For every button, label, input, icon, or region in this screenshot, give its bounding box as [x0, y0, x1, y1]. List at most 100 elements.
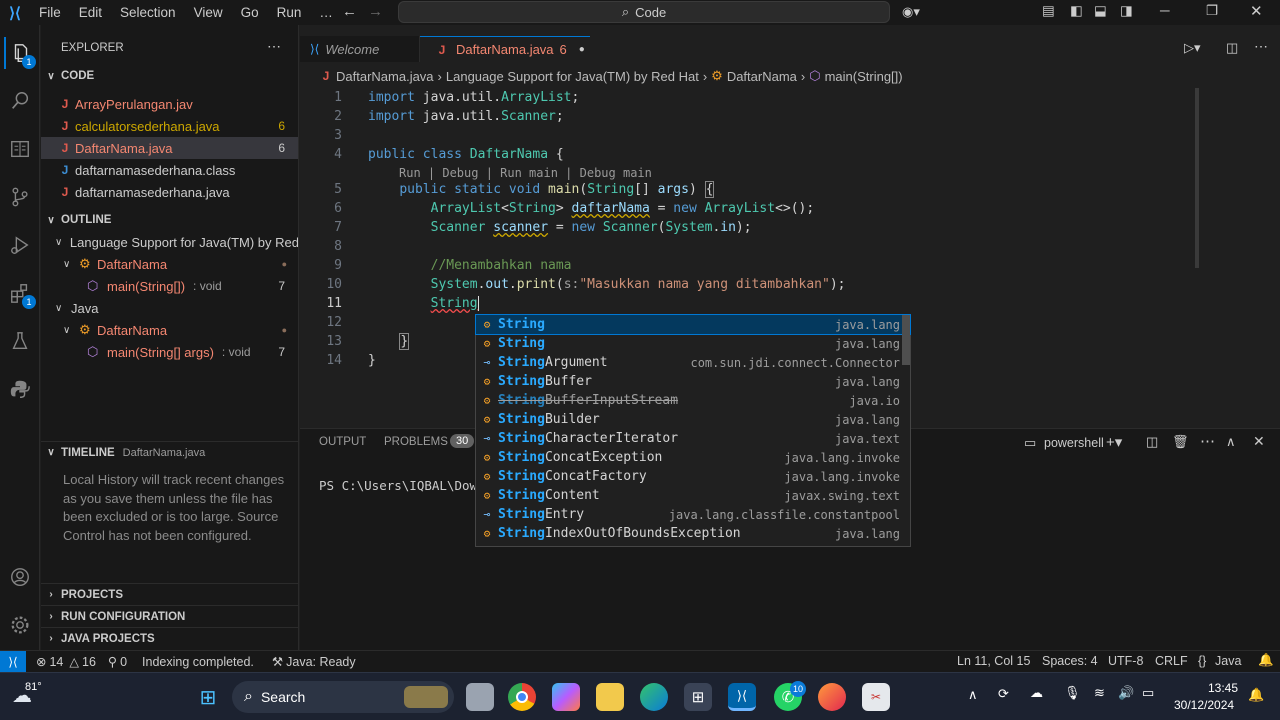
- minimize-icon[interactable]: ─: [1160, 3, 1170, 18]
- suggestion-scrollbar[interactable]: [902, 315, 910, 365]
- forward-arrow-icon[interactable]: →: [368, 3, 383, 20]
- suggestion-item[interactable]: ⊸ StringEntry java.lang.classfile.constant…: [476, 505, 910, 524]
- volume-icon[interactable]: 🔊: [1118, 685, 1134, 701]
- start-windows-icon[interactable]: ⊞: [194, 683, 222, 711]
- outline-item[interactable]: ∨ ⚙ DaftarNama ●: [41, 319, 298, 341]
- manage-gear-icon[interactable]: [4, 609, 36, 641]
- file-item[interactable]: J ArrayPerulangan.jav: [41, 93, 298, 115]
- clock-date[interactable]: 30/12/2024: [1174, 698, 1234, 712]
- menu-edit[interactable]: Edit: [70, 5, 111, 20]
- ports-count[interactable]: 0: [120, 655, 127, 669]
- toggle-secondary-sidebar-icon[interactable]: ◨: [1120, 3, 1133, 19]
- notebook-icon[interactable]: [4, 133, 36, 165]
- java-status[interactable]: Java: Ready: [286, 655, 355, 669]
- maximize-panel-icon[interactable]: ∧: [1226, 434, 1236, 450]
- split-editor-icon[interactable]: ◫: [1226, 40, 1238, 56]
- snipping-tool-icon[interactable]: ✂: [862, 683, 890, 711]
- suggestion-item[interactable]: ⚙ StringContent javax.swing.text: [476, 486, 910, 505]
- error-count[interactable]: 14: [49, 655, 63, 669]
- search-icon[interactable]: [4, 85, 36, 117]
- breadcrumb-item[interactable]: main(String[]): [825, 69, 903, 84]
- task-view-icon[interactable]: [466, 683, 494, 711]
- indentation[interactable]: Spaces: 4: [1042, 654, 1098, 668]
- toggle-panel-icon[interactable]: ⬓: [1094, 3, 1107, 19]
- suggestion-item[interactable]: ⊸ StringCharacterIterator java.text: [476, 429, 910, 448]
- folder-code-header[interactable]: ∨ CODE: [41, 65, 298, 87]
- explorer-more-icon[interactable]: ⋯: [267, 38, 281, 55]
- menu-more[interactable]: …: [310, 5, 342, 20]
- error-icon[interactable]: ⊗: [36, 654, 46, 669]
- unsaved-dot-icon[interactable]: ●: [579, 44, 585, 55]
- explorer-icon[interactable]: 1: [4, 37, 36, 69]
- outline-header[interactable]: ∨ OUTLINE: [41, 209, 298, 231]
- codelens[interactable]: Run | Debug | Run main | Debug main: [399, 166, 652, 180]
- suggestion-item[interactable]: ⚙ StringIndexOutOfBoundsException java.lan…: [476, 524, 910, 543]
- menu-selection[interactable]: Selection: [111, 5, 185, 20]
- sync-icon[interactable]: ⟳: [998, 686, 1009, 702]
- tray-chevron-up-icon[interactable]: ∧: [968, 687, 978, 703]
- run-file-icon[interactable]: ▷▾: [1184, 40, 1201, 56]
- notifications-bell-icon[interactable]: 🔔: [1258, 653, 1274, 668]
- menu-go[interactable]: Go: [232, 5, 268, 20]
- tab-problems[interactable]: PROBLEMS: [384, 436, 448, 448]
- breadcrumb-item[interactable]: Language Support for Java(TM) by Red Hat: [446, 69, 699, 84]
- trash-icon[interactable]: 🗑: [1172, 434, 1189, 450]
- suggestion-item[interactable]: ⚙ StringBufferInputStream java.io: [476, 391, 910, 410]
- battery-icon[interactable]: ▭: [1142, 685, 1154, 701]
- new-terminal-icon[interactable]: +▾: [1106, 433, 1122, 451]
- timeline-header[interactable]: ∨ TIMELINE DaftarNama.java: [41, 441, 298, 463]
- editor-scrollbar[interactable]: [1195, 88, 1199, 268]
- cloud-icon[interactable]: ☁: [1030, 685, 1043, 701]
- tab-welcome[interactable]: ⟩⟨ Welcome: [300, 36, 420, 62]
- tab-output[interactable]: OUTPUT: [319, 436, 366, 448]
- projects-header[interactable]: › PROJECTS: [41, 583, 298, 605]
- copilot-app-icon[interactable]: [552, 683, 580, 711]
- testing-icon[interactable]: [4, 325, 36, 357]
- file-item[interactable]: Jdaftarnamasederhana.java: [41, 181, 298, 203]
- warning-count[interactable]: 16: [82, 655, 96, 669]
- suggestion-item[interactable]: ⊸ StringArgument com.sun.jdi.connect.Conne…: [476, 353, 910, 372]
- editor-more-icon[interactable]: ⋯: [1254, 38, 1268, 55]
- panel-more-icon[interactable]: ⋯: [1200, 432, 1215, 450]
- notification-bell-icon[interactable]: 🔔: [1248, 687, 1264, 703]
- source-control-icon[interactable]: [4, 181, 36, 213]
- file-explorer-icon[interactable]: [596, 683, 624, 711]
- menu-file[interactable]: File: [30, 5, 70, 20]
- chrome-icon[interactable]: [508, 683, 536, 711]
- language-mode[interactable]: Java: [1215, 654, 1241, 668]
- edge-icon[interactable]: [640, 683, 668, 711]
- ports-icon[interactable]: ⚲: [108, 654, 117, 669]
- tab-daftarnama[interactable]: J DaftarNama.java 6 ●: [420, 36, 590, 62]
- command-center[interactable]: ⌕ Code: [398, 1, 890, 23]
- split-terminal-icon[interactable]: ◫: [1146, 434, 1158, 450]
- clock-time[interactable]: 13:45: [1208, 681, 1238, 695]
- toggle-sidebar-icon[interactable]: ◧: [1070, 3, 1083, 19]
- python-icon[interactable]: [4, 373, 36, 405]
- taskbar-search[interactable]: ⌕ Search: [232, 681, 454, 713]
- accounts-icon[interactable]: [4, 561, 36, 593]
- indexing-status[interactable]: Indexing completed.: [142, 655, 254, 669]
- menu-view[interactable]: View: [185, 5, 232, 20]
- outline-item[interactable]: ⬡ main(String[] args): void 7: [41, 341, 298, 363]
- menu-run[interactable]: Run: [268, 5, 311, 20]
- suggestion-item[interactable]: ⚙ String java.lang: [476, 334, 910, 353]
- extensions-icon[interactable]: 1: [4, 277, 36, 309]
- breadcrumb-item[interactable]: DaftarNama: [727, 69, 797, 84]
- close-window-icon[interactable]: ✕: [1250, 2, 1263, 20]
- store-icon[interactable]: ⊞: [684, 683, 712, 711]
- terminal-name[interactable]: powershell: [1044, 436, 1104, 450]
- suggestion-item[interactable]: ⚙ StringConcatFactory java.lang.invoke: [476, 467, 910, 486]
- cursor-position[interactable]: Ln 11, Col 15: [957, 654, 1030, 668]
- file-item-active[interactable]: J DaftarNama.java 6: [41, 137, 298, 159]
- file-item[interactable]: Jdaftarnamasederhana.class: [41, 159, 298, 181]
- run-config-header[interactable]: › RUN CONFIGURATION: [41, 605, 298, 627]
- suggestion-item[interactable]: ⚙ String java.lang: [475, 314, 911, 335]
- suggestion-item[interactable]: ⚙ StringBuilder java.lang: [476, 410, 910, 429]
- encoding[interactable]: UTF-8: [1108, 654, 1143, 668]
- back-arrow-icon[interactable]: ←: [342, 3, 357, 20]
- outline-item[interactable]: ∨ Java: [41, 297, 298, 319]
- outline-item[interactable]: ⬡ main(String[]): void 7: [41, 275, 298, 297]
- close-panel-icon[interactable]: ✕: [1253, 433, 1265, 450]
- customize-layout-icon[interactable]: ▤: [1042, 3, 1055, 19]
- remote-icon[interactable]: ⟩⟨: [0, 650, 26, 673]
